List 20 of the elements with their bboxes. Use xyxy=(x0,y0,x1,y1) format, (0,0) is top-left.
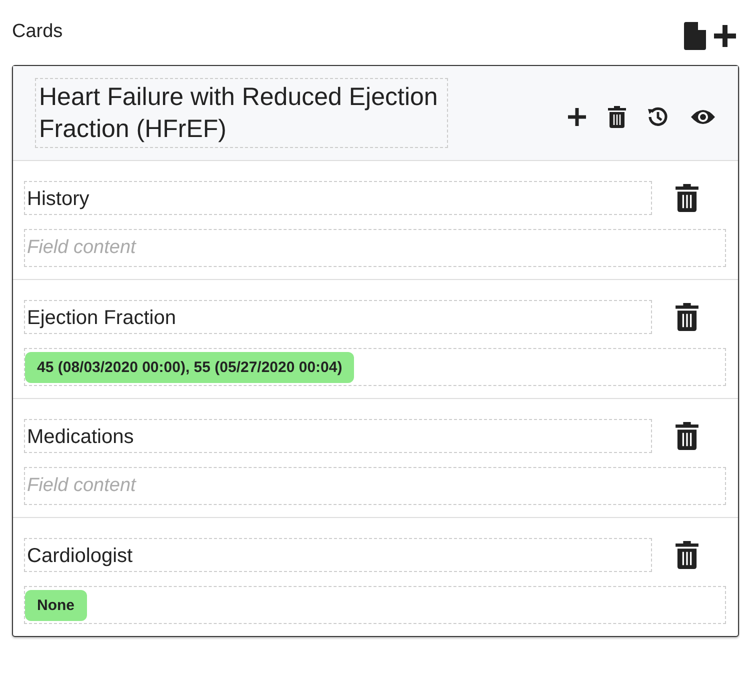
history-icon[interactable] xyxy=(647,106,669,128)
add-icon[interactable] xyxy=(712,23,738,49)
value-badge: 45 (08/03/2020 00:00), 55 (05/27/2020 00:04) xyxy=(25,352,354,382)
field-label-input[interactable]: Cardiologist xyxy=(24,538,652,572)
trash-icon[interactable] xyxy=(675,303,699,331)
placeholder-text: Field content xyxy=(26,237,136,259)
trash-icon[interactable] xyxy=(675,541,699,569)
placeholder-text: Field content xyxy=(26,475,136,497)
eye-icon[interactable] xyxy=(690,108,716,126)
trash-icon[interactable] xyxy=(675,184,699,212)
field-label-input[interactable]: History xyxy=(24,181,652,215)
trash-icon[interactable] xyxy=(608,106,626,128)
card-title-field[interactable]: Heart Failure with Reduced Ejection Fraction (HFrEF) xyxy=(35,78,448,148)
section-heading: Cards xyxy=(12,21,63,43)
trash-icon[interactable] xyxy=(675,422,699,450)
document-icon[interactable] xyxy=(684,22,706,50)
field-label-input[interactable]: Ejection Fraction xyxy=(24,300,652,334)
add-icon[interactable] xyxy=(567,107,587,127)
value-badge: None xyxy=(25,590,86,620)
field-label-input[interactable]: Medications xyxy=(24,419,652,453)
